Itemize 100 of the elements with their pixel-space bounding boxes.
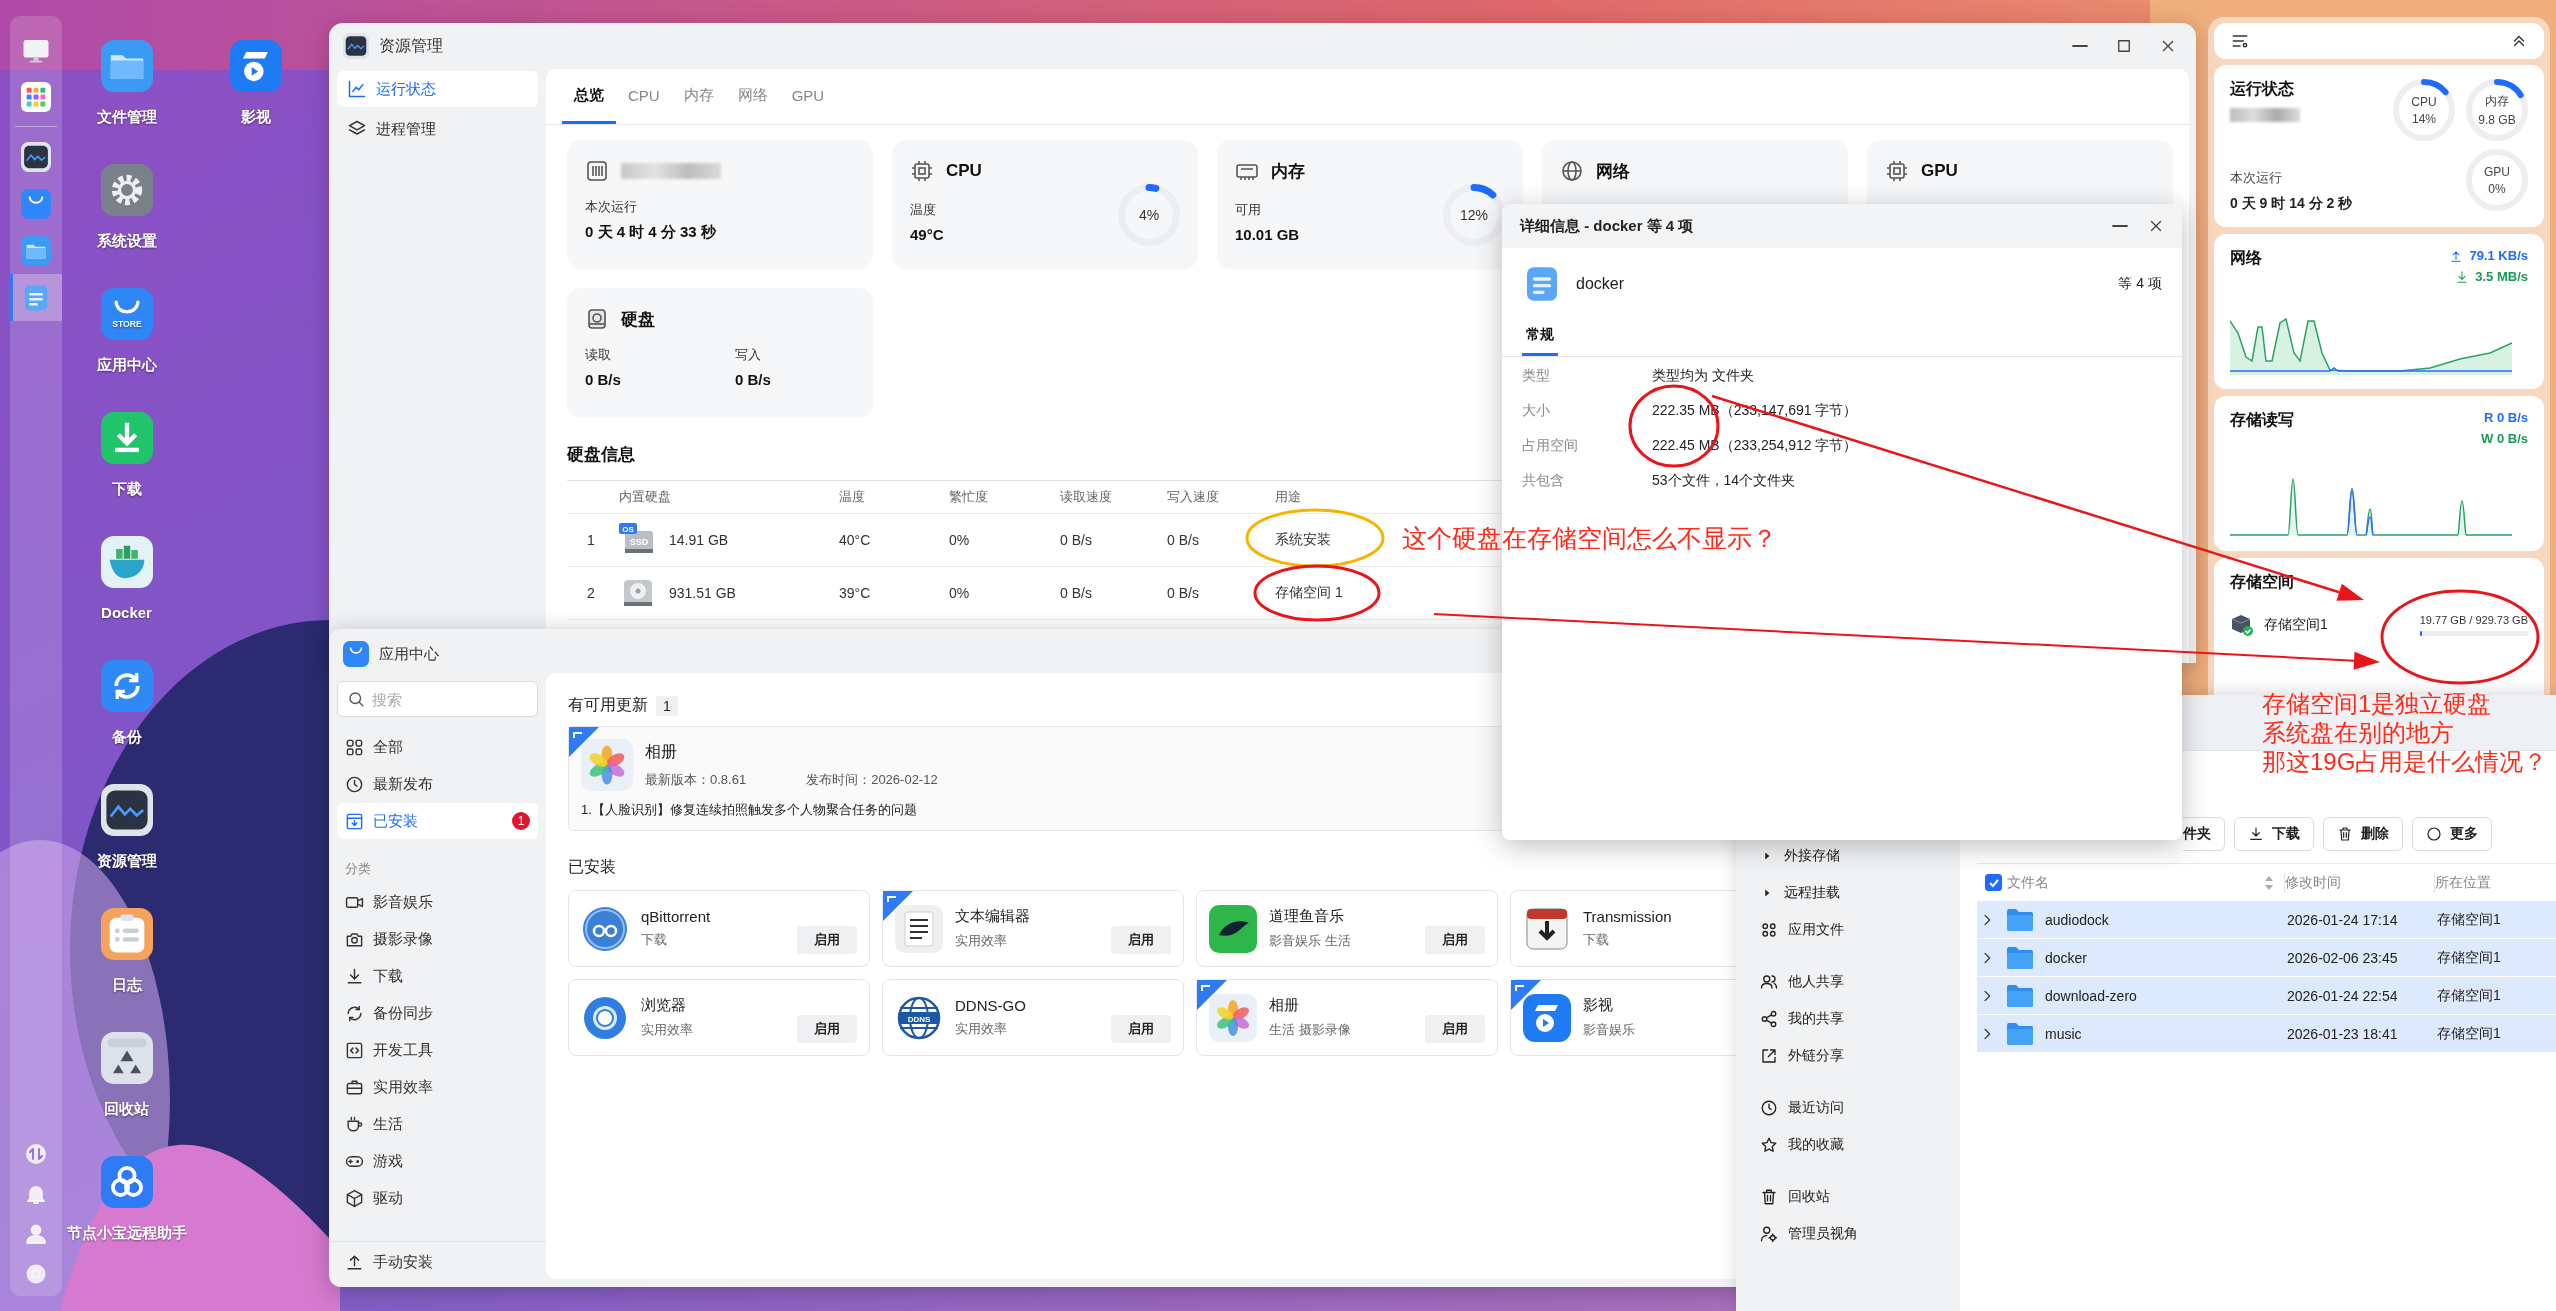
storage-pool-icon bbox=[2230, 613, 2254, 637]
table-cell-text: 2026-01-24 17:14 bbox=[2286, 911, 2399, 928]
hard-drive-icon bbox=[585, 307, 609, 331]
app-category: 实用效率 bbox=[955, 932, 1008, 950]
category-item[interactable]: 摄影录像 bbox=[337, 921, 538, 957]
desktop-shortcut[interactable]: 资源管理 bbox=[96, 776, 157, 871]
sidebar-item[interactable]: 应用文件 bbox=[1746, 911, 1950, 948]
search-icon bbox=[347, 690, 365, 708]
table-cell-text: 2026-01-24 22:54 bbox=[2286, 987, 2399, 1004]
app-name: 浏览器 bbox=[641, 996, 687, 1015]
sidebar-item[interactable]: 我的共享 bbox=[1746, 1000, 1950, 1037]
property-label: 大小 bbox=[1522, 402, 1551, 420]
file-name: docker bbox=[2044, 949, 2088, 966]
toolbar-button[interactable]: 删除 bbox=[2323, 817, 2403, 851]
nav-item[interactable]: 最新发布 bbox=[337, 766, 538, 802]
category-item[interactable]: 下载 bbox=[337, 958, 538, 994]
enable-button[interactable]: 启用 bbox=[1425, 926, 1485, 954]
sidebar-item[interactable]: 远程挂载 bbox=[1746, 874, 1950, 911]
gauge-ring bbox=[2393, 79, 2455, 141]
usage-text: 19.77 GB / 929.73 GB bbox=[2419, 614, 2528, 626]
enable-button[interactable]: 启用 bbox=[1111, 1015, 1171, 1043]
tab[interactable]: 总览 bbox=[562, 69, 616, 124]
table-cell: 40°C bbox=[839, 532, 871, 548]
arrow-up-icon bbox=[2449, 248, 2464, 263]
sidebar-item[interactable]: 外链分享 bbox=[1746, 1037, 1950, 1074]
clock-icon bbox=[345, 774, 364, 794]
desktop-shortcut[interactable]: 备份 bbox=[100, 652, 153, 747]
round-app-icon bbox=[581, 904, 629, 953]
section-title: 已安装 bbox=[568, 857, 616, 877]
download-speed: 3.5 MB/s bbox=[2455, 269, 2528, 284]
tab[interactable]: 内存 bbox=[671, 69, 726, 124]
category-item[interactable]: 驱动 bbox=[337, 1180, 538, 1216]
gauge-reading: 9.8 GB bbox=[2478, 113, 2516, 127]
leaf-icon bbox=[1209, 904, 1257, 953]
enable-button[interactable]: 启用 bbox=[797, 1015, 857, 1043]
sidebar-item[interactable]: 最近访问 bbox=[1746, 1089, 1950, 1126]
tab[interactable]: GPU bbox=[779, 69, 837, 124]
toolbar-button[interactable]: 件夹 bbox=[2183, 817, 2225, 851]
write-speed: W 0 B/s bbox=[2481, 431, 2528, 446]
nav-item[interactable]: 已安装 1 bbox=[337, 803, 538, 839]
category-item[interactable]: 备份同步 bbox=[337, 995, 538, 1031]
search-field[interactable]: 搜索 bbox=[337, 681, 538, 717]
file-row[interactable]: audiodock 2026-01-24 17:14 存储空间1 bbox=[1977, 901, 2556, 939]
desktop-shortcut[interactable]: 系统设置 bbox=[96, 156, 157, 251]
category-item[interactable]: 生活 bbox=[337, 1106, 538, 1142]
desktop-shortcut[interactable]: 回收站 bbox=[100, 1024, 153, 1119]
blurred-redaction bbox=[2230, 108, 2300, 122]
desktop-shortcut[interactable]: STORE 应用中心 bbox=[96, 280, 157, 375]
app-category: 生活 摄影录像 bbox=[1269, 1021, 1352, 1039]
download-icon bbox=[2248, 826, 2264, 842]
count-badge: 1 bbox=[512, 812, 530, 830]
table-cell-text: 存储空间1 bbox=[2436, 986, 2502, 1005]
category-item[interactable]: 游戏 bbox=[337, 1143, 538, 1179]
version-text: 最新版本：0.8.61 bbox=[645, 770, 747, 789]
sidebar-item[interactable]: 我的收藏 bbox=[1746, 1126, 1950, 1163]
desktop-shortcut[interactable]: 下载 bbox=[100, 404, 153, 499]
install-button[interactable]: 手动安装 bbox=[329, 1241, 546, 1283]
category-item[interactable]: 开发工具 bbox=[337, 1032, 538, 1068]
sidebar-item[interactable]: 管理员视角 bbox=[1746, 1215, 1950, 1252]
enable-button[interactable]: 启用 bbox=[1111, 926, 1171, 954]
table-cell-text: 存储空间1 bbox=[2436, 910, 2502, 929]
file-row[interactable]: download-zero 2026-01-24 22:54 存储空间1 bbox=[1977, 977, 2556, 1015]
checkbox[interactable] bbox=[1985, 874, 2002, 891]
desktop-shortcut[interactable]: 影视 bbox=[229, 32, 282, 127]
table-cell: 39°C bbox=[839, 585, 871, 601]
app-name: 文本编辑器 bbox=[955, 907, 1031, 926]
gauge-reading: 4% bbox=[1138, 207, 1160, 223]
sidebar-item[interactable]: 运行状态 bbox=[337, 71, 538, 107]
section-title: 硬盘信息 bbox=[567, 444, 635, 466]
property-label: 类型 bbox=[1522, 367, 1551, 385]
upload-icon bbox=[345, 1253, 364, 1272]
file-row[interactable]: music 2026-01-23 18:41 存储空间1 bbox=[1977, 1015, 2556, 1053]
tab[interactable]: CPU bbox=[616, 69, 672, 124]
annotation-text: 系统盘在别的地方 bbox=[2262, 718, 2455, 748]
category-item[interactable]: 实用效率 bbox=[337, 1069, 538, 1105]
file-row[interactable]: docker 2026-02-06 23:45 存储空间1 bbox=[1977, 939, 2556, 977]
enable-button[interactable]: 启用 bbox=[797, 926, 857, 954]
tab[interactable]: 网络 bbox=[725, 69, 780, 124]
table-cell: 0% bbox=[949, 532, 970, 548]
category-item[interactable]: 影音娱乐 bbox=[337, 884, 538, 920]
maximize-icon bbox=[2115, 37, 2133, 55]
toolbar-button[interactable]: 更多 bbox=[2412, 817, 2492, 851]
download-icon bbox=[345, 966, 364, 986]
toolbar-button[interactable]: 下载 bbox=[2234, 817, 2314, 851]
table-cell: 931.51 GB bbox=[669, 585, 736, 601]
table-cell-text: 1 bbox=[586, 532, 595, 548]
sidebar-item[interactable]: 他人共享 bbox=[1746, 963, 1950, 1000]
gauge-reading: 0% bbox=[2488, 181, 2506, 196]
enable-button[interactable]: 启用 bbox=[1425, 1015, 1485, 1043]
desktop-shortcut[interactable]: 日志 bbox=[100, 900, 153, 995]
flower-icon bbox=[1209, 993, 1257, 1042]
sidebar-item[interactable]: 外接存储 bbox=[1746, 837, 1950, 874]
sidebar-item[interactable]: 回收站 bbox=[1746, 1178, 1950, 1215]
property-label: 占用空间 bbox=[1522, 437, 1579, 455]
nav-item[interactable]: 全部 bbox=[337, 729, 538, 765]
tab[interactable]: 常规 bbox=[1522, 320, 1558, 356]
desktop-shortcut[interactable]: Docker bbox=[100, 528, 153, 621]
upload-speed: 79.1 KB/s bbox=[2449, 248, 2528, 263]
sidebar-item[interactable]: 进程管理 bbox=[337, 111, 538, 147]
desktop-shortcut[interactable]: 文件管理 bbox=[96, 32, 157, 127]
